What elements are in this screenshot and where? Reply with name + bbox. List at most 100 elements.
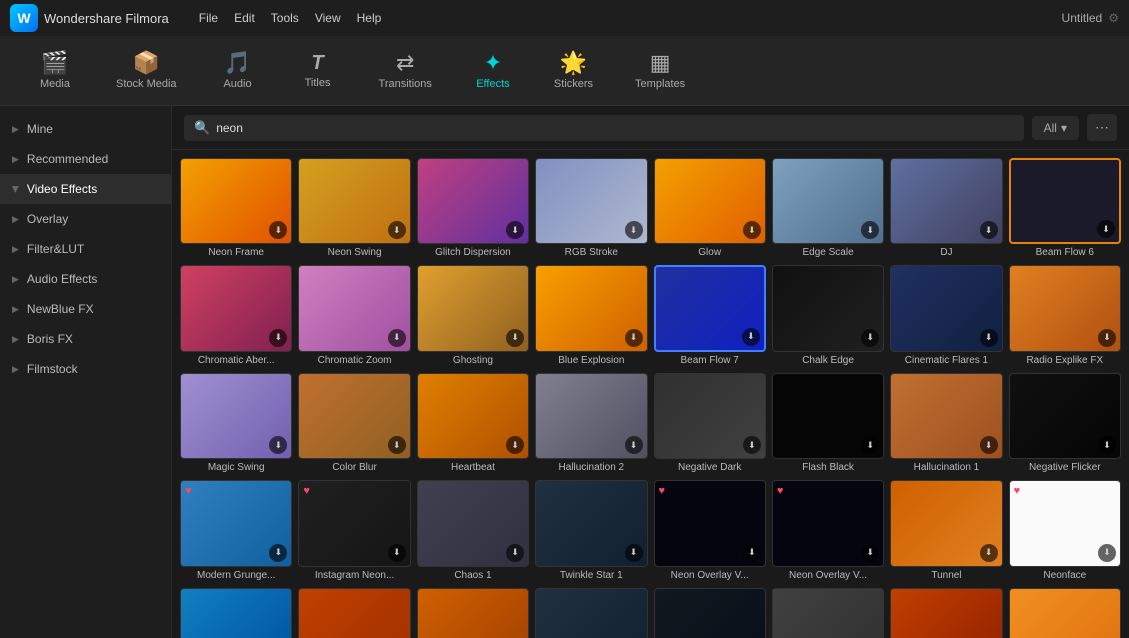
effect-item-twinkle-star[interactable]: ⬇Twinkle Star 1 [535, 480, 647, 581]
download-icon-hallucination-2[interactable]: ⬇ [625, 436, 643, 454]
download-icon-radio-explike[interactable]: ⬇ [1098, 329, 1116, 347]
menu-file[interactable]: File [199, 11, 218, 25]
sidebar-arrow-overlay: ▶ [12, 214, 19, 225]
effect-item-countdown-tim[interactable]: ⬇Countdown Tim... [535, 588, 647, 638]
toolbar-stickers[interactable]: 🌟 Stickers [538, 44, 609, 98]
menu-tools[interactable]: Tools [271, 11, 299, 25]
download-icon-hallucination-1[interactable]: ⬇ [980, 436, 998, 454]
download-icon-glitch-disp[interactable]: ⬇ [506, 221, 524, 239]
effect-item-startburst-9[interactable]: ⬇Startburst 9 [180, 588, 292, 638]
toolbar-media[interactable]: 🎬 Media [20, 44, 90, 98]
download-icon-beam-flow-7[interactable]: ⬇ [742, 328, 760, 346]
toolbar-transitions[interactable]: ⇄ Transitions [363, 44, 448, 98]
download-icon-neon-overlay-v2[interactable]: ⬇ [861, 544, 879, 562]
effect-item-negative-flicker[interactable]: ⬇Negative Flicker [1009, 373, 1121, 474]
effect-label-modern-grunge: Modern Grunge... [180, 570, 292, 582]
sidebar-item-mine[interactable]: ▶ Mine [0, 114, 171, 144]
download-icon-instagram-neon[interactable]: ⬇ [388, 544, 406, 562]
effect-item-magic-swing[interactable]: ⬇Magic Swing [180, 373, 292, 474]
download-icon-chaos-1[interactable]: ⬇ [506, 544, 524, 562]
download-icon-color-blur[interactable]: ⬇ [388, 436, 406, 454]
download-icon-rgb-stroke[interactable]: ⬇ [625, 221, 643, 239]
download-icon-chromatic-aber[interactable]: ⬇ [269, 329, 287, 347]
download-icon-neon-swing[interactable]: ⬇ [388, 221, 406, 239]
download-icon-cinematic-flares[interactable]: ⬇ [980, 329, 998, 347]
search-input[interactable] [216, 121, 1013, 135]
search-input-wrap[interactable]: 🔍 [184, 115, 1024, 141]
toolbar-effects[interactable]: ✦ Effects [458, 44, 528, 98]
sidebar-item-filter-lut[interactable]: ▶ Filter&LUT [0, 234, 171, 264]
effect-item-chaos-1[interactable]: ⬇Chaos 1 [417, 480, 529, 581]
effect-item-scanline-blur[interactable]: ⬇ScanLine Blur [890, 588, 1002, 638]
download-icon-neon-overlay-v1[interactable]: ⬇ [743, 544, 761, 562]
effect-item-neonface[interactable]: ♥⬇Neonface [1009, 480, 1121, 581]
effect-item-hallucination-2[interactable]: ⬇Hallucination 2 [535, 373, 647, 474]
menu-help[interactable]: Help [357, 11, 382, 25]
effect-item-cinematic-flares[interactable]: ⬇Cinematic Flares 1 [890, 265, 1002, 366]
download-icon-tunnel[interactable]: ⬇ [980, 544, 998, 562]
effect-item-chromatic-zoom[interactable]: ⬇Chromatic Zoom [298, 265, 410, 366]
effect-item-flash-black-r4[interactable]: ⬇Flash Black [417, 588, 529, 638]
effect-item-glow[interactable]: ⬇Glow [654, 158, 766, 259]
effect-item-flash-white-2[interactable]: ⬇Flash White 2 [298, 588, 410, 638]
filter-button[interactable]: All ▾ [1032, 116, 1079, 140]
download-icon-modern-grunge[interactable]: ⬇ [269, 544, 287, 562]
effect-item-radio-explike[interactable]: ⬇Radio Explike FX [1009, 265, 1121, 366]
sidebar-item-newblue-fx[interactable]: ▶ NewBlue FX [0, 294, 171, 324]
sidebar-item-audio-effects[interactable]: ▶ Audio Effects [0, 264, 171, 294]
effect-item-beam-flow-7[interactable]: ⬇Beam Flow 7 [654, 265, 766, 366]
download-icon-negative-dark[interactable]: ⬇ [743, 436, 761, 454]
toolbar-stock-media[interactable]: 📦 Stock Media [100, 44, 193, 98]
download-icon-magic-swing[interactable]: ⬇ [269, 436, 287, 454]
effect-item-neon-frame[interactable]: ⬇Neon Frame [180, 158, 292, 259]
effect-item-hallucination-1[interactable]: ⬇Hallucination 1 [890, 373, 1002, 474]
effect-item-edge-scale[interactable]: ⬇Edge Scale [772, 158, 884, 259]
effect-item-modern-grunge[interactable]: ♥⬇Modern Grunge... [180, 480, 292, 581]
effect-item-neon-overlay-v1[interactable]: ♥⬇Neon Overlay V... [654, 480, 766, 581]
effect-item-neon-overlay-v2[interactable]: ♥⬇Neon Overlay V... [772, 480, 884, 581]
effect-item-color-blur[interactable]: ⬇Color Blur [298, 373, 410, 474]
download-icon-twinkle-star[interactable]: ⬇ [625, 544, 643, 562]
effect-item-blue-explosion[interactable]: ⬇Blue Explosion [535, 265, 647, 366]
effect-item-chalk-edge[interactable]: ⬇Chalk Edge [772, 265, 884, 366]
toolbar-titles[interactable]: T Titles [283, 45, 353, 97]
menu-edit[interactable]: Edit [234, 11, 255, 25]
download-icon-heartbeat[interactable]: ⬇ [506, 436, 524, 454]
effect-item-tunnel[interactable]: ⬇Tunnel [890, 480, 1002, 581]
effect-item-glitch-disp[interactable]: ⬇Glitch Dispersion [417, 158, 529, 259]
toolbar-templates[interactable]: ▦ Templates [619, 44, 701, 98]
download-icon-dj[interactable]: ⬇ [980, 221, 998, 239]
download-icon-edge-scale[interactable]: ⬇ [861, 221, 879, 239]
download-icon-flash-black-r3[interactable]: ⬇ [861, 436, 879, 454]
effect-item-dj[interactable]: ⬇DJ [890, 158, 1002, 259]
download-icon-glow[interactable]: ⬇ [743, 221, 761, 239]
effect-item-rgb-stroke[interactable]: ⬇RGB Stroke [535, 158, 647, 259]
sidebar-item-filmstock[interactable]: ▶ Filmstock [0, 354, 171, 384]
toolbar-audio[interactable]: 🎵 Audio [203, 44, 273, 98]
sidebar-item-video-effects[interactable]: ▶ Video Effects [0, 174, 171, 204]
download-icon-beam-flow-6[interactable]: ⬇ [1097, 220, 1115, 238]
menu-view[interactable]: View [315, 11, 341, 25]
sidebar-item-recommended[interactable]: ▶ Recommended [0, 144, 171, 174]
download-icon-chromatic-zoom[interactable]: ⬇ [388, 329, 406, 347]
download-icon-neon-frame[interactable]: ⬇ [269, 221, 287, 239]
download-icon-negative-flicker[interactable]: ⬇ [1098, 436, 1116, 454]
effect-item-ghosting[interactable]: ⬇Ghosting [417, 265, 529, 366]
effect-item-chromatic-aber[interactable]: ⬇Chromatic Aber... [180, 265, 292, 366]
download-icon-ghosting[interactable]: ⬇ [506, 329, 524, 347]
download-icon-chalk-edge[interactable]: ⬇ [861, 329, 879, 347]
sidebar-item-overlay[interactable]: ▶ Overlay [0, 204, 171, 234]
effect-item-flash-white-1[interactable]: ⬇Flash White 1 [772, 588, 884, 638]
effect-item-cool[interactable]: ⬇Cool [654, 588, 766, 638]
effect-item-instagram-neon[interactable]: ♥⬇Instagram Neon... [298, 480, 410, 581]
more-options-button[interactable]: ⋯ [1087, 114, 1117, 141]
sidebar-item-boris-fx[interactable]: ▶ Boris FX [0, 324, 171, 354]
download-icon-blue-explosion[interactable]: ⬇ [625, 329, 643, 347]
effect-item-blur-to-clear[interactable]: ⬇Blur to Clear [1009, 588, 1121, 638]
effect-item-neon-swing[interactable]: ⬇Neon Swing [298, 158, 410, 259]
effect-item-flash-black-r3[interactable]: ⬇Flash Black [772, 373, 884, 474]
effect-item-beam-flow-6[interactable]: ⬇Beam Flow 6 [1009, 158, 1121, 259]
effect-item-heartbeat[interactable]: ⬇Heartbeat [417, 373, 529, 474]
download-icon-neonface[interactable]: ⬇ [1098, 544, 1116, 562]
effect-item-negative-dark[interactable]: ⬇Negative Dark [654, 373, 766, 474]
